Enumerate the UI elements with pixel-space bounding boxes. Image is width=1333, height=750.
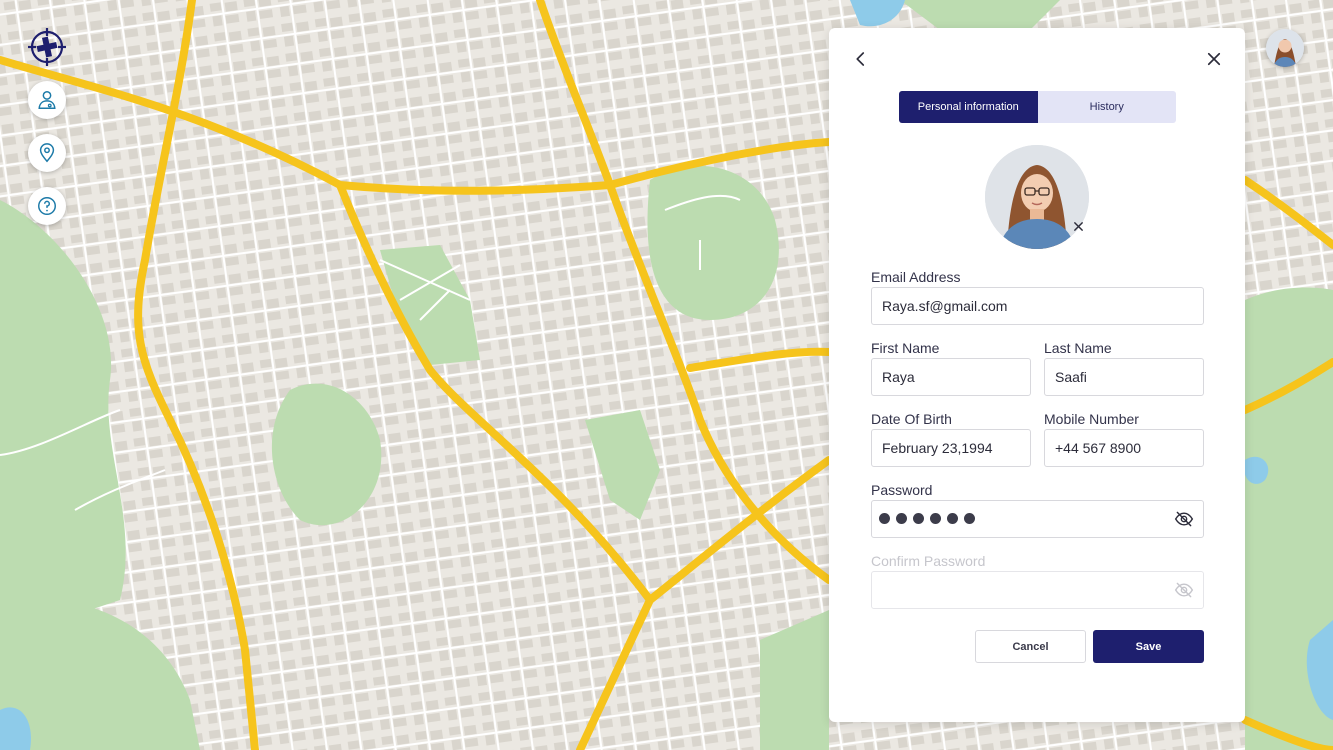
close-button[interactable] [1202,47,1226,71]
tab-bar: Personal information History [899,91,1176,123]
password-dot [879,513,890,524]
crosshair-plus-logo[interactable] [27,27,67,67]
confirm-password-visibility-toggle[interactable] [1173,579,1195,601]
remove-photo-button[interactable] [1069,217,1087,235]
save-button-label: Save [1135,640,1162,653]
doctor-user-button[interactable] [28,81,66,119]
tab-label: Personal information [917,101,1019,113]
password-visibility-toggle[interactable] [1173,508,1195,530]
help-button[interactable] [28,187,66,225]
tab-personal-information[interactable]: Personal information [899,91,1038,123]
location-pin-icon [39,143,55,163]
password-dot [896,513,907,524]
back-button[interactable] [849,47,873,71]
close-icon [1073,221,1083,231]
confirm-password-field[interactable] [871,571,1204,609]
eye-off-icon [1174,511,1194,527]
first-name-label: First Name [871,340,940,356]
close-icon [1207,52,1221,66]
cancel-button[interactable]: Cancel [975,630,1086,663]
mobile-field[interactable] [1044,429,1204,467]
tab-history[interactable]: History [1037,91,1176,123]
password-dot [930,513,941,524]
password-dot [947,513,958,524]
doctor-user-icon [38,91,56,109]
user-avatar[interactable] [1266,29,1304,67]
help-circle-icon [38,197,56,215]
last-name-label: Last Name [1044,340,1112,356]
password-dot [913,513,924,524]
chevron-left-icon [856,52,865,66]
tab-label: History [1089,101,1124,113]
password-mask [879,513,975,524]
password-dot [964,513,975,524]
email-field[interactable] [871,287,1204,325]
password-label: Password [871,482,933,498]
eye-off-icon [1174,582,1194,598]
location-button[interactable] [28,134,66,172]
last-name-field[interactable] [1044,358,1204,396]
mobile-label: Mobile Number [1044,411,1139,427]
profile-panel: Personal information History Email Addre… [829,28,1245,722]
dob-label: Date Of Birth [871,411,952,427]
first-name-field[interactable] [871,358,1031,396]
dob-field[interactable] [871,429,1031,467]
confirm-password-label: Confirm Password [871,553,986,569]
cancel-button-label: Cancel [1012,640,1049,653]
save-button[interactable]: Save [1093,630,1204,663]
email-label: Email Address [871,269,961,285]
